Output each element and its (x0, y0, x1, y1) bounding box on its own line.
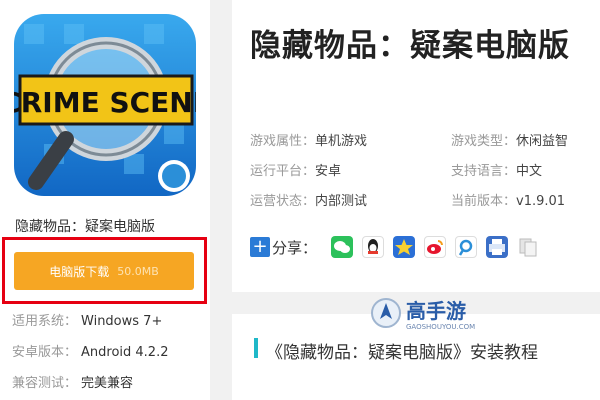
weibo-icon[interactable] (424, 236, 447, 258)
copy-icon[interactable] (517, 236, 540, 258)
info-attribute: 游戏属性：单机游戏 (250, 134, 368, 149)
qq-icon[interactable] (362, 236, 385, 258)
wechat-icon[interactable] (331, 236, 354, 258)
section-accent-bar (254, 338, 258, 358)
gaoshouyou-logo: 高手游 GAOSHOUYOU.COM (370, 293, 496, 333)
page-title: 隐藏物品：疑案电脑版 (250, 28, 570, 64)
app-name: 隐藏物品：疑案电脑版 (15, 219, 155, 235)
tutorial-title: 《隐藏物品：疑案电脑版》安装教程 (266, 343, 538, 363)
app-sidebar: CRIME SCENE 隐藏物品：疑案电脑版 电脑版下载 50.0MB 适用系统… (0, 0, 210, 400)
svg-text:GAOSHOUYOU.COM: GAOSHOUYOU.COM (406, 323, 475, 331)
tencent-weibo-icon[interactable] (455, 236, 478, 258)
game-detail-panel: 隐藏物品：疑案电脑版 游戏属性：单机游戏 游戏类型：休闲益智 运行平台：安卓 支… (232, 0, 600, 292)
download-label: 电脑版下载 (49, 264, 110, 279)
info-type: 游戏类型：休闲益智 (451, 134, 569, 149)
share-bar: + 分享： (250, 236, 540, 258)
icon-lettering: CRIME SCENE (14, 86, 196, 119)
download-highlight: 电脑版下载 50.0MB (2, 237, 207, 304)
info-language: 支持语言：中文 (451, 164, 543, 179)
print-icon[interactable] (486, 236, 509, 258)
qzone-icon[interactable] (393, 236, 416, 258)
spec-android: 安卓版本： Android 4.2.2 (12, 345, 169, 360)
info-platform: 运行平台：安卓 (250, 164, 342, 179)
spec-compat: 兼容测试： 完美兼容 (12, 376, 134, 391)
spec-os: 适用系统： Windows 7+ (12, 314, 163, 329)
svg-text:高手游: 高手游 (406, 299, 466, 323)
app-icon[interactable]: CRIME SCENE (14, 14, 196, 196)
info-version: 当前版本：v1.9.01 (451, 194, 566, 209)
info-status: 运营状态：内部测试 (250, 194, 368, 209)
plus-icon[interactable]: + (250, 237, 270, 257)
share-label: 分享： (272, 238, 318, 257)
download-button[interactable]: 电脑版下载 50.0MB (14, 252, 194, 290)
download-size: 50.0MB (117, 264, 159, 278)
